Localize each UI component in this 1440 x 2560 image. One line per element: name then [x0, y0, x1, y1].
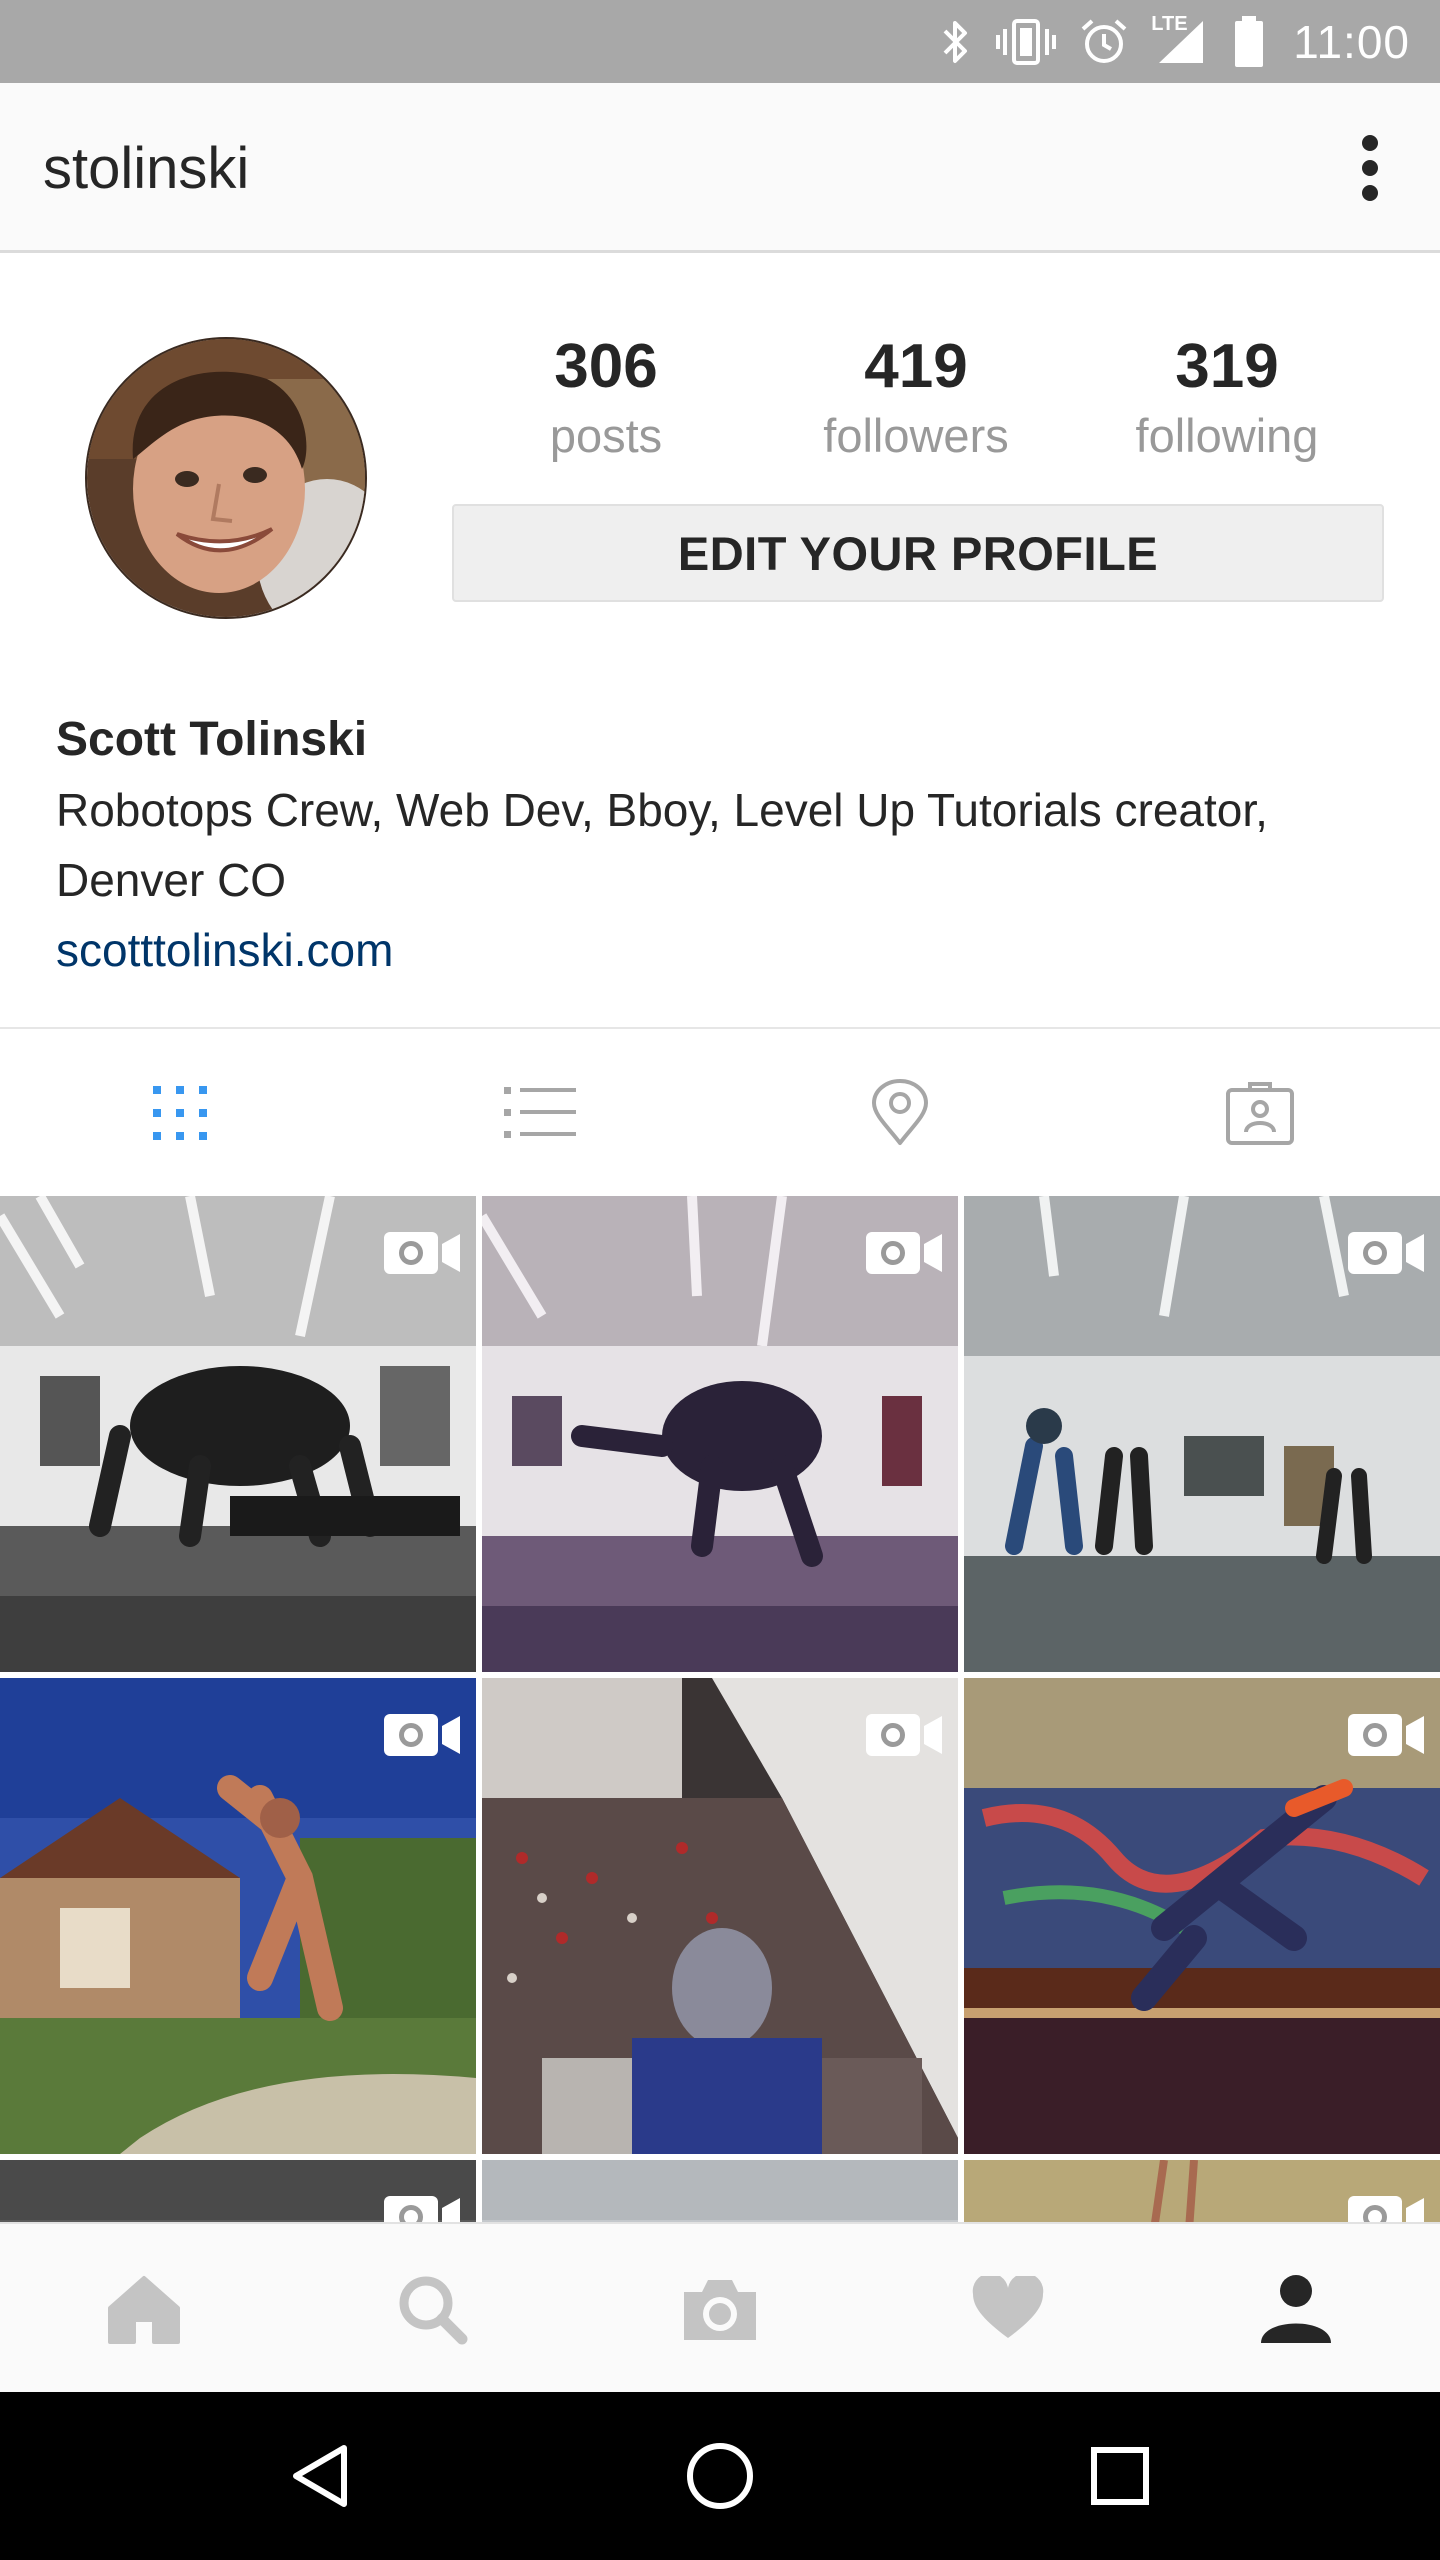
post-tile[interactable]	[964, 1678, 1440, 2154]
system-back-button[interactable]	[120, 2392, 520, 2560]
system-nav-bar	[0, 2392, 1440, 2560]
home-icon	[108, 2276, 180, 2344]
signal-icon: LTE	[1151, 13, 1211, 67]
tab-places[interactable]	[720, 1030, 1080, 1195]
nav-search[interactable]	[288, 2224, 576, 2394]
followers-label: followers	[823, 409, 1009, 462]
list-icon	[504, 1086, 576, 1138]
stat-followers[interactable]: 419 followers	[786, 328, 1046, 466]
bluetooth-icon	[943, 20, 968, 63]
followers-count: 419	[864, 332, 968, 401]
post-tile[interactable]	[482, 1196, 958, 1672]
nav-profile[interactable]	[1152, 2224, 1440, 2394]
status-bar: LTE 11:00	[0, 0, 1440, 83]
post-tile[interactable]	[0, 1678, 476, 2154]
tabs-divider	[0, 1027, 1440, 1029]
tab-grid[interactable]	[0, 1030, 360, 1195]
battery-icon	[1235, 15, 1264, 67]
post-tile[interactable]	[482, 1678, 958, 2154]
app-bar: stolinski	[0, 83, 1440, 253]
system-home-button[interactable]	[520, 2392, 920, 2560]
edit-profile-button[interactable]: EDIT YOUR PROFILE	[452, 504, 1384, 602]
tagged-photos-icon	[1226, 1081, 1294, 1145]
heart-icon	[972, 2276, 1044, 2338]
system-recents-button[interactable]	[920, 2392, 1320, 2560]
video-icon	[866, 1714, 942, 1756]
status-icons: LTE 11:00	[939, 0, 1410, 83]
posts-count: 306	[554, 332, 658, 401]
posts-grid	[0, 1196, 1440, 2222]
bio-text: Robotops Crew, Web Dev, Bboy, Level Up T…	[56, 784, 1268, 906]
video-icon	[1348, 1714, 1424, 1756]
video-icon	[1348, 1232, 1424, 1274]
recents-icon	[1091, 2447, 1149, 2505]
network-label: LTE	[1151, 12, 1188, 35]
stat-posts[interactable]: 306 posts	[476, 328, 736, 466]
post-tile[interactable]	[482, 2160, 958, 2222]
profile-tabs	[0, 1030, 1440, 1195]
bottom-nav	[0, 2222, 1440, 2392]
tab-list[interactable]	[360, 1030, 720, 1195]
search-icon	[399, 2276, 468, 2345]
status-time: 11:00	[1293, 15, 1410, 68]
post-tile[interactable]	[964, 1196, 1440, 1672]
post-tile[interactable]	[0, 1196, 476, 1672]
profile-username: stolinski	[43, 136, 250, 201]
video-icon	[384, 2196, 460, 2222]
back-icon	[293, 2445, 347, 2507]
video-icon	[384, 1714, 460, 1756]
video-icon	[866, 1232, 942, 1274]
bio-section: Scott Tolinski Robotops Crew, Web Dev, B…	[56, 705, 1396, 985]
camera-icon	[684, 2280, 756, 2340]
nav-activity[interactable]	[864, 2224, 1152, 2394]
posts-label: posts	[549, 409, 663, 462]
video-icon	[1348, 2196, 1424, 2222]
post-tile[interactable]	[0, 2160, 476, 2222]
stat-following[interactable]: 319 following	[1097, 328, 1357, 466]
website-link[interactable]: scotttolinski.com	[56, 915, 1396, 985]
vibrate-icon	[996, 18, 1057, 65]
following-label: following	[1135, 409, 1319, 462]
home-circle-icon	[687, 2443, 753, 2509]
full-name: Scott Tolinski	[56, 713, 368, 766]
profile-icon	[1261, 2275, 1331, 2343]
overflow-menu-icon[interactable]	[1358, 133, 1382, 203]
tab-tagged[interactable]	[1080, 1030, 1440, 1195]
alarm-icon	[1081, 19, 1127, 63]
avatar	[85, 337, 367, 619]
grid-icon	[153, 1085, 207, 1140]
location-pin-icon	[872, 1078, 928, 1145]
nav-camera[interactable]	[576, 2224, 864, 2394]
video-icon	[384, 1232, 460, 1274]
nav-home[interactable]	[0, 2224, 288, 2394]
post-tile[interactable]	[964, 2160, 1440, 2222]
following-count: 319	[1175, 332, 1279, 401]
